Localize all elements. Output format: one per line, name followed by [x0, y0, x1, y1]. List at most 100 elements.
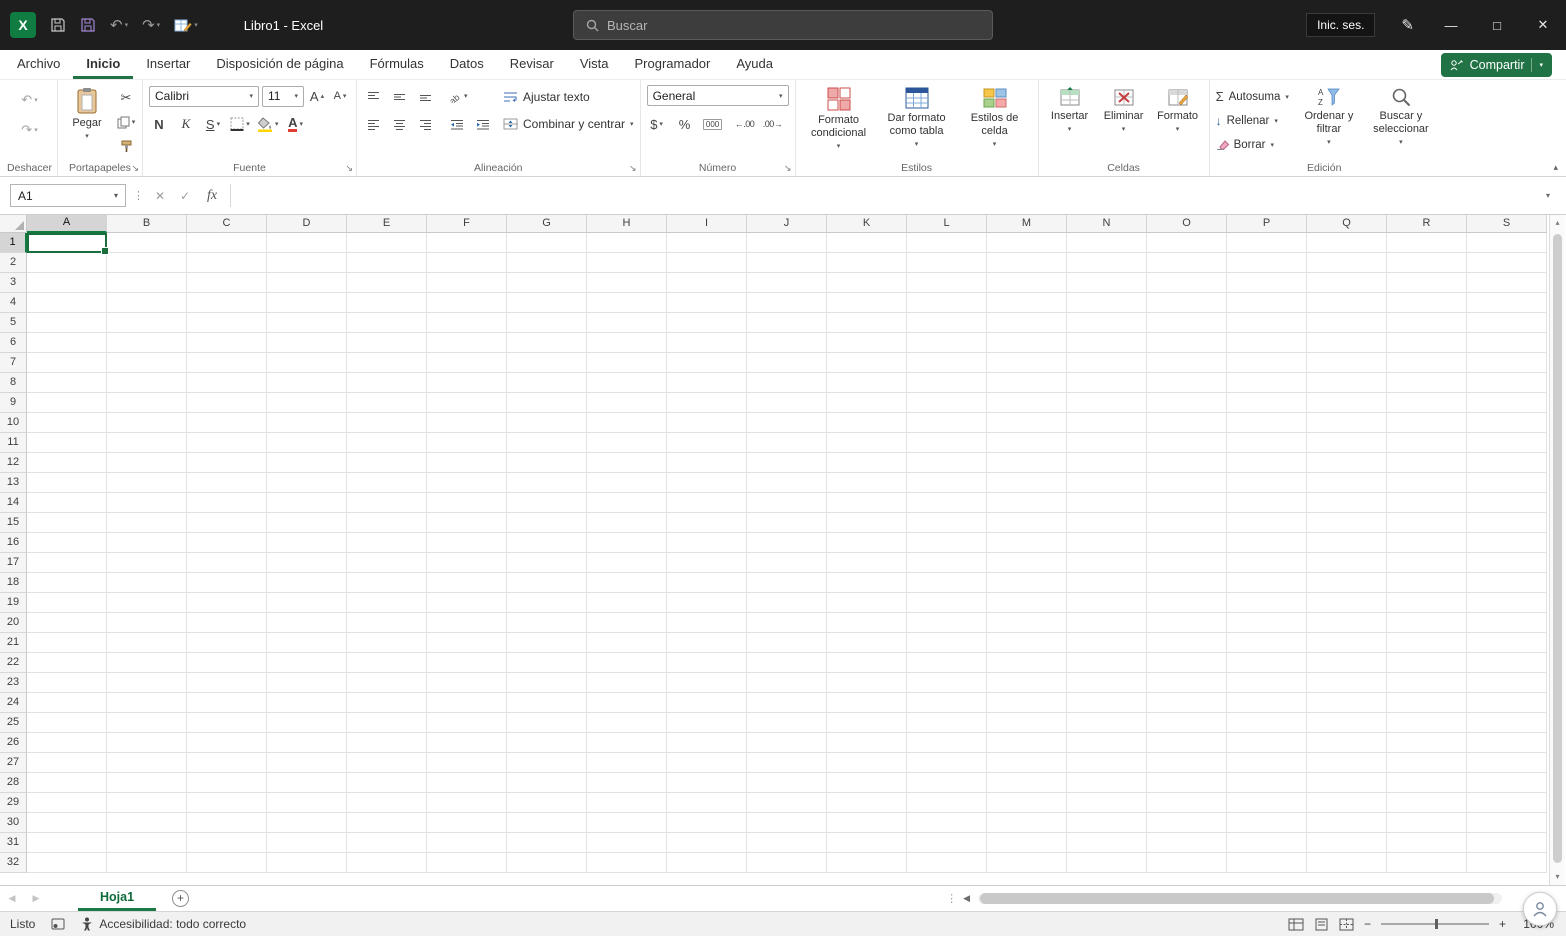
view-normal-button[interactable] — [1288, 918, 1304, 931]
cell-H12[interactable] — [587, 453, 667, 473]
cell-R9[interactable] — [1387, 393, 1467, 413]
cell-E28[interactable] — [347, 773, 427, 793]
cell-S12[interactable] — [1467, 453, 1547, 473]
cell-I6[interactable] — [667, 333, 747, 353]
redo-button-ribbon[interactable]: ↷ ▾ — [20, 119, 40, 141]
view-page-break-button[interactable] — [1339, 918, 1354, 931]
cell-P2[interactable] — [1227, 253, 1307, 273]
row-header-18[interactable]: 18 — [0, 573, 27, 593]
cell-A7[interactable] — [27, 353, 107, 373]
cell-A23[interactable] — [27, 673, 107, 693]
cell-Q12[interactable] — [1307, 453, 1387, 473]
cell-Q6[interactable] — [1307, 333, 1387, 353]
cell-K18[interactable] — [827, 573, 907, 593]
cell-P12[interactable] — [1227, 453, 1307, 473]
cell-F5[interactable] — [427, 313, 507, 333]
cell-F3[interactable] — [427, 273, 507, 293]
column-header-F[interactable]: F — [427, 215, 507, 233]
cell-K21[interactable] — [827, 633, 907, 653]
cell-M24[interactable] — [987, 693, 1067, 713]
cell-J13[interactable] — [747, 473, 827, 493]
cell-L10[interactable] — [907, 413, 987, 433]
underline-button[interactable]: S ▾ — [203, 113, 223, 135]
cell-G13[interactable] — [507, 473, 587, 493]
cell-C8[interactable] — [187, 373, 267, 393]
row-header-1[interactable]: 1 — [0, 233, 27, 253]
cell-C26[interactable] — [187, 733, 267, 753]
cell-C3[interactable] — [187, 273, 267, 293]
cell-P32[interactable] — [1227, 853, 1307, 873]
cell-D12[interactable] — [267, 453, 347, 473]
cell-B32[interactable] — [107, 853, 187, 873]
tab-f-rmulas[interactable]: Fórmulas — [357, 50, 437, 79]
paste-dropdown-icon[interactable]: ▾ — [85, 133, 89, 141]
cell-C21[interactable] — [187, 633, 267, 653]
zoom-slider[interactable] — [1380, 918, 1489, 930]
cell-O29[interactable] — [1147, 793, 1227, 813]
cell-I29[interactable] — [667, 793, 747, 813]
cell-R15[interactable] — [1387, 513, 1467, 533]
cell-K13[interactable] — [827, 473, 907, 493]
cell-B24[interactable] — [107, 693, 187, 713]
cell-M26[interactable] — [987, 733, 1067, 753]
cell-M14[interactable] — [987, 493, 1067, 513]
sort-filter-button[interactable]: AZ Ordenar y filtrar ▾ — [1297, 85, 1361, 147]
cell-P31[interactable] — [1227, 833, 1307, 853]
cell-J9[interactable] — [747, 393, 827, 413]
cell-H9[interactable] — [587, 393, 667, 413]
cell-Q3[interactable] — [1307, 273, 1387, 293]
cell-C32[interactable] — [187, 853, 267, 873]
row-header-13[interactable]: 13 — [0, 473, 27, 493]
cell-A10[interactable] — [27, 413, 107, 433]
cell-O18[interactable] — [1147, 573, 1227, 593]
undo-button[interactable]: ↶ ▾ — [110, 16, 128, 34]
cell-L4[interactable] — [907, 293, 987, 313]
tab-archivo[interactable]: Archivo — [4, 50, 73, 79]
cell-E9[interactable] — [347, 393, 427, 413]
align-right-button[interactable] — [415, 113, 435, 135]
column-header-H[interactable]: H — [587, 215, 667, 233]
cell-H10[interactable] — [587, 413, 667, 433]
cell-A29[interactable] — [27, 793, 107, 813]
font-name-combo[interactable]: Calibri ▾ — [149, 85, 259, 107]
cell-C11[interactable] — [187, 433, 267, 453]
vertical-scroll-thumb[interactable] — [1553, 234, 1562, 863]
cell-R29[interactable] — [1387, 793, 1467, 813]
cell-K31[interactable] — [827, 833, 907, 853]
cell-R26[interactable] — [1387, 733, 1467, 753]
row-header-7[interactable]: 7 — [0, 353, 27, 373]
cell-Q15[interactable] — [1307, 513, 1387, 533]
paste-button[interactable]: Pegar ▾ — [64, 85, 110, 141]
row-header-23[interactable]: 23 — [0, 673, 27, 693]
cell-J23[interactable] — [747, 673, 827, 693]
cell-A5[interactable] — [27, 313, 107, 333]
cell-O12[interactable] — [1147, 453, 1227, 473]
cell-B30[interactable] — [107, 813, 187, 833]
cell-Q32[interactable] — [1307, 853, 1387, 873]
cell-B5[interactable] — [107, 313, 187, 333]
cell-C19[interactable] — [187, 593, 267, 613]
cell-L22[interactable] — [907, 653, 987, 673]
cell-I18[interactable] — [667, 573, 747, 593]
cell-O17[interactable] — [1147, 553, 1227, 573]
cell-H32[interactable] — [587, 853, 667, 873]
undo-dropdown-icon[interactable]: ▾ — [125, 21, 129, 29]
cell-H14[interactable] — [587, 493, 667, 513]
cell-N9[interactable] — [1067, 393, 1147, 413]
cell-E8[interactable] — [347, 373, 427, 393]
cell-L11[interactable] — [907, 433, 987, 453]
cell-G31[interactable] — [507, 833, 587, 853]
cell-E30[interactable] — [347, 813, 427, 833]
cell-B12[interactable] — [107, 453, 187, 473]
cell-S21[interactable] — [1467, 633, 1547, 653]
cell-S9[interactable] — [1467, 393, 1547, 413]
cell-K8[interactable] — [827, 373, 907, 393]
cell-Q2[interactable] — [1307, 253, 1387, 273]
cell-P27[interactable] — [1227, 753, 1307, 773]
cell-M20[interactable] — [987, 613, 1067, 633]
cell-H17[interactable] — [587, 553, 667, 573]
cell-C28[interactable] — [187, 773, 267, 793]
cell-H11[interactable] — [587, 433, 667, 453]
cell-G27[interactable] — [507, 753, 587, 773]
horizontal-scroll-track[interactable] — [978, 893, 1502, 904]
